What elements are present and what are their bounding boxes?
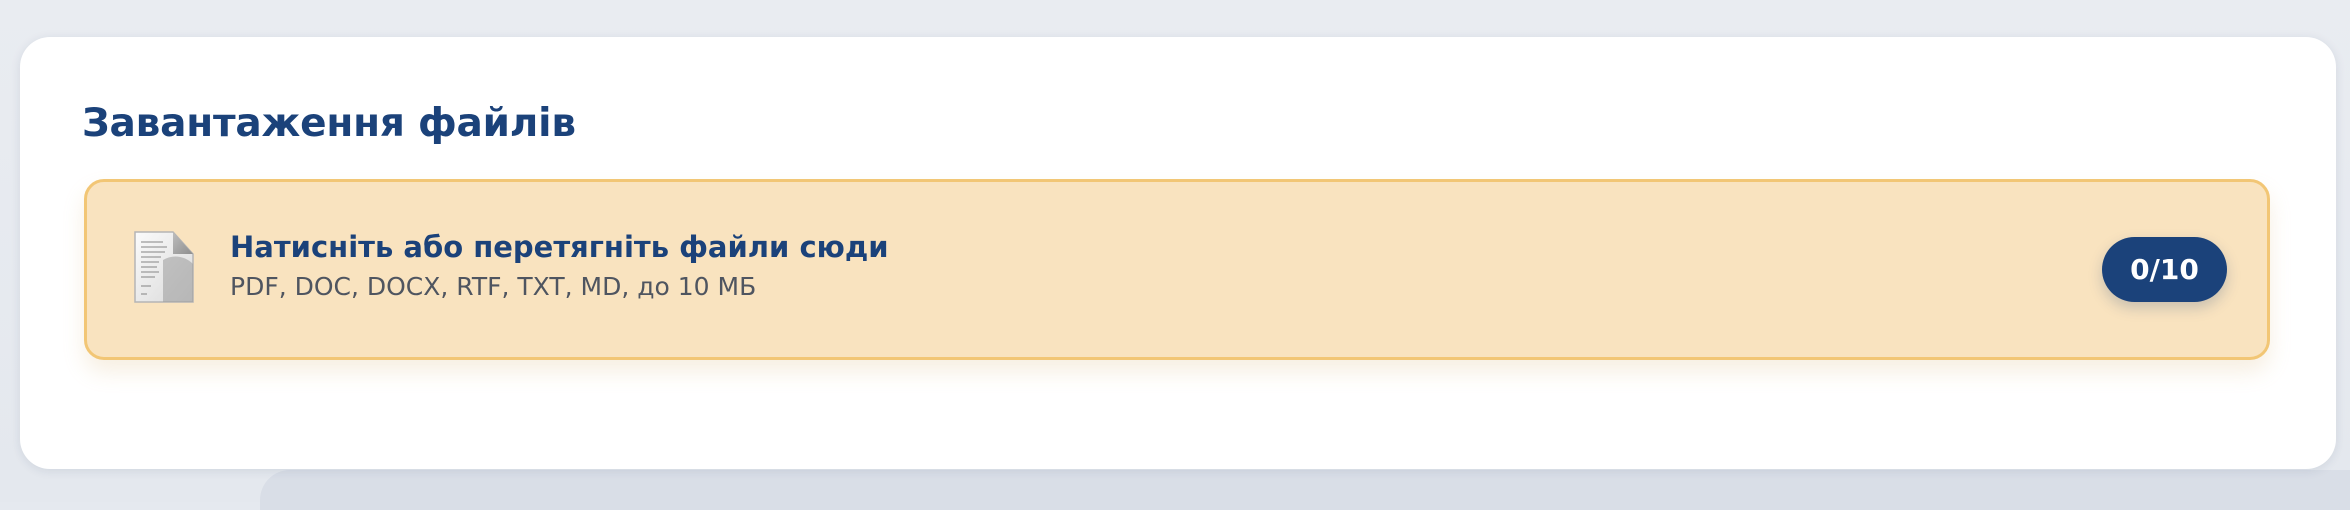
upload-card-title: Завантаження файлів <box>82 101 576 146</box>
dropzone-hint: PDF, DOC, DOCX, RTF, TXT, MD, до 10 МБ <box>230 272 757 301</box>
upload-card: Завантаження файлів Натисніть або перетя… <box>20 37 2336 469</box>
dropzone-title: Натисніть або перетягніть файли сюди <box>230 230 889 264</box>
file-dropzone[interactable]: Натисніть або перетягніть файли сюди PDF… <box>84 179 2270 360</box>
dropzone-text: Натисніть або перетягніть файли сюди PDF… <box>230 229 889 303</box>
background-shape <box>260 470 2350 510</box>
document-icon <box>133 230 195 304</box>
file-counter-badge: 0/10 <box>2102 237 2227 302</box>
